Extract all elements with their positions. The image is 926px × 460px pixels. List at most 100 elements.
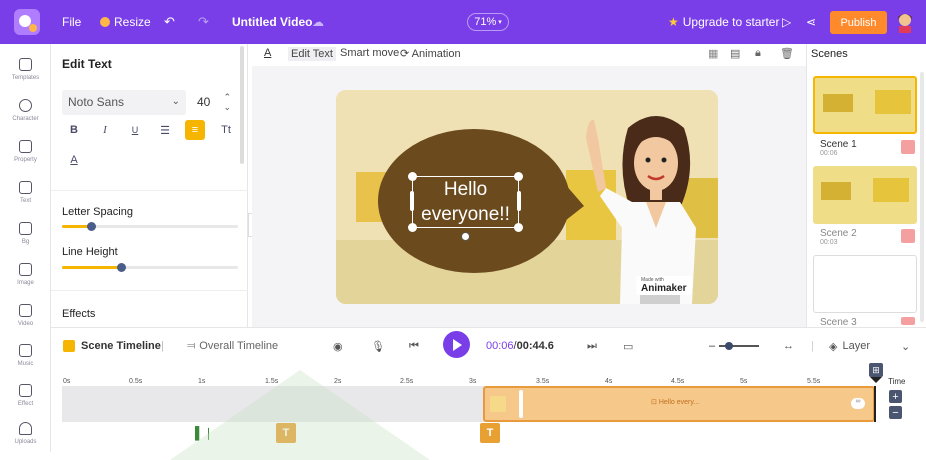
zoom-dropdown[interactable]: 71% ▾ [467, 13, 509, 31]
line-height-slider[interactable] [62, 263, 238, 272]
scene-options-icon[interactable] [901, 229, 915, 243]
text-marker[interactable]: T [480, 423, 500, 443]
text-selection-box[interactable]: Hello everyone!! [408, 172, 523, 241]
mic-icon[interactable]: 🎙︎ [371, 328, 385, 364]
slider-knob[interactable] [117, 263, 126, 272]
ruler-tick: 5.5s [807, 378, 821, 385]
share-icon[interactable]: ⋖ [806, 0, 816, 44]
collapse-timeline-icon[interactable]: ⌄ [901, 328, 910, 364]
text-color-tool[interactable]: A [264, 47, 271, 59]
resize-button[interactable]: Resize [100, 0, 151, 44]
scene-options-icon[interactable] [901, 317, 915, 325]
resize-handle[interactable] [408, 223, 417, 232]
lock-icon[interactable]: 🔒︎ [755, 47, 761, 60]
text-clip-icon: ⊡ [651, 399, 659, 406]
letter-spacing-label: Letter Spacing [62, 206, 133, 218]
scene-thumbnail-2[interactable] [813, 166, 917, 224]
character-icon [19, 99, 32, 112]
thumb-detail [823, 94, 853, 112]
character-marker-icon[interactable]: ▌❘ [195, 426, 214, 440]
slider-fill [62, 266, 122, 269]
nav-uploads[interactable]: Uploads [0, 422, 51, 445]
rotate-handle[interactable] [461, 232, 470, 241]
bubble-text[interactable]: Hello everyone!! [413, 177, 518, 227]
resize-handle[interactable] [517, 191, 521, 211]
grid-icon[interactable]: ▦ [708, 47, 718, 60]
nav-video[interactable]: Video [0, 304, 51, 327]
nav-music[interactable]: Music [0, 344, 51, 367]
scene-thumbnail-3[interactable] [813, 255, 917, 313]
text-case-button[interactable]: Tt [216, 120, 236, 140]
resize-handle[interactable] [514, 172, 523, 181]
timeline-ruler[interactable]: 0s 0.5s 1s 1.5s 2s 2.5s 3s 3.5s 4s 4.5s … [51, 363, 926, 386]
layers-icon[interactable]: ▤ [730, 47, 740, 60]
skip-forward-icon[interactable]: ⏭︎ [587, 328, 597, 364]
scene-options-icon[interactable] [901, 140, 915, 154]
slider-knob[interactable] [87, 222, 96, 231]
slider-knob[interactable] [725, 342, 734, 350]
scene-timeline-tab[interactable]: Scene Timeline [63, 328, 161, 364]
layer-label: Layer [842, 340, 870, 352]
layer-button[interactable]: ◈ Layer [829, 328, 870, 364]
list-icon[interactable]: ☰ [155, 120, 175, 140]
resize-handle[interactable] [410, 191, 414, 211]
text-color-button[interactable]: A [64, 150, 84, 170]
zoom-out-button[interactable]: − [889, 406, 902, 419]
text-clip[interactable]: ⊡ Hello every... ∞ [483, 386, 875, 422]
trash-icon[interactable]: 🗑︎ [780, 47, 794, 60]
preview-icon[interactable]: ▷ [782, 0, 791, 44]
nav-label: Bg [21, 239, 30, 245]
scene-canvas[interactable]: Hello everyone!! Made with Animaker [336, 90, 718, 304]
zoom-in-button[interactable]: + [889, 390, 902, 403]
stepper-arrows-icon[interactable]: ⌃ ⌄ [223, 92, 231, 112]
scene-thumbnail-1[interactable] [813, 76, 917, 134]
edit-text-tab[interactable]: Edit Text [288, 47, 336, 61]
character-woman[interactable] [576, 108, 716, 304]
subtitle-icon[interactable]: ▭ [623, 328, 633, 364]
cloud-save-icon[interactable]: ☁ [312, 0, 324, 44]
smart-move-tab[interactable]: Smart move [340, 47, 399, 59]
nav-effect[interactable]: Effect [0, 384, 51, 407]
project-title[interactable]: Untitled Video [232, 0, 312, 44]
scenes-scrollbar[interactable] [920, 72, 924, 322]
effects-label: Effects [62, 308, 96, 320]
file-menu[interactable]: File [62, 0, 81, 44]
user-avatar[interactable] [894, 11, 916, 33]
resize-handle[interactable] [514, 223, 523, 232]
timeline-zoom-slider[interactable]: – [709, 328, 769, 364]
animaker-logo[interactable] [14, 9, 40, 35]
loop-icon[interactable]: ∞ [851, 398, 865, 409]
edit-text-panel: Edit Text Noto Sans ⌄ 40 ⌃ ⌄ B I U ☰ ≡ Tt A… [51, 44, 248, 327]
overall-timeline-tab[interactable]: ⫤ Overall Timeline [187, 328, 278, 364]
publish-button[interactable]: Publish [830, 11, 887, 34]
play-button[interactable] [443, 331, 470, 358]
panel-scrollbar[interactable] [240, 46, 244, 164]
nav-character[interactable]: Character [0, 99, 51, 122]
upgrade-link[interactable]: ★ Upgrade to starter [668, 0, 779, 44]
redo-icon[interactable]: ↷ [198, 0, 209, 44]
letter-spacing-slider[interactable] [62, 222, 238, 231]
skip-back-icon[interactable]: ⏮︎ [409, 328, 419, 364]
clip-trim-handle[interactable] [519, 390, 523, 418]
nav-text[interactable]: Text [0, 181, 51, 204]
nav-property[interactable]: Property [0, 140, 51, 163]
underline-button[interactable]: U [125, 120, 145, 140]
align-center-icon[interactable]: ≡ [185, 120, 205, 140]
italic-button[interactable]: I [95, 120, 115, 140]
slider-track [719, 342, 760, 350]
font-size-stepper[interactable]: 40 ⌃ ⌄ [191, 90, 239, 115]
playhead-marker[interactable] [870, 377, 882, 383]
camera-icon[interactable]: ◉ [333, 328, 343, 364]
font-family-select[interactable]: Noto Sans ⌄ [62, 90, 186, 115]
undo-icon[interactable]: ↶ [164, 0, 175, 44]
fit-width-icon[interactable]: ↔ [783, 328, 794, 364]
nav-bg[interactable]: Bg [0, 222, 51, 245]
nav-templates[interactable]: Templates [0, 58, 51, 81]
bold-button[interactable]: B [64, 120, 84, 140]
resize-handle[interactable] [408, 172, 417, 181]
playhead-icon[interactable]: ⊞ [869, 363, 883, 377]
animation-tab[interactable]: ⟳ Animation [400, 47, 461, 60]
text-marker[interactable]: T [276, 423, 296, 443]
ruler-tick: 0.5s [129, 378, 143, 385]
nav-image[interactable]: Image [0, 263, 51, 286]
